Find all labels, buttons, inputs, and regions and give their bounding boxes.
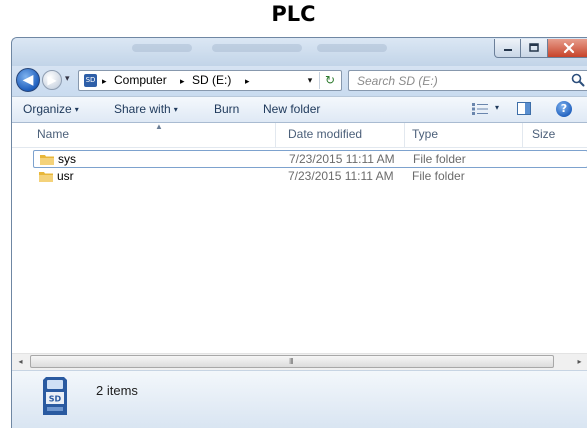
new-folder-button[interactable]: New folder xyxy=(263,102,320,116)
burn-button[interactable]: Burn xyxy=(214,102,239,116)
column-header-row: ▲ Name Date modified Type Size xyxy=(12,122,587,148)
preview-pane-icon[interactable] xyxy=(517,102,531,115)
file-type: File folder xyxy=(412,169,465,183)
breadcrumb-separator-icon[interactable]: ▸ xyxy=(180,73,185,89)
recent-pages-dropdown-icon[interactable]: ▾ xyxy=(65,74,70,84)
file-list: ▲ Name Date modified Type Size sys 7/23/… xyxy=(12,122,587,353)
title-blur xyxy=(132,44,192,52)
search-icon[interactable] xyxy=(571,73,585,87)
scrollbar-thumb[interactable]: III xyxy=(30,355,554,368)
breadcrumb-sd-drive[interactable]: SD (E:) xyxy=(192,73,231,87)
close-button[interactable] xyxy=(548,39,587,58)
views-dropdown-icon[interactable]: ▾ xyxy=(495,103,499,112)
new-folder-label: New folder xyxy=(263,102,321,116)
file-date-modified: 7/23/2015 11:11 AM xyxy=(289,152,395,166)
forward-button[interactable]: ▶ xyxy=(42,70,62,90)
sort-ascending-icon: ▲ xyxy=(155,122,163,131)
sd-card-icon: SD xyxy=(43,377,67,415)
column-size[interactable]: Size xyxy=(532,127,555,141)
file-name: usr xyxy=(57,169,74,183)
title-bar[interactable] xyxy=(12,38,587,66)
file-type: File folder xyxy=(413,152,466,166)
folder-icon xyxy=(40,155,54,165)
organize-label: Organize xyxy=(23,102,72,116)
scroll-right-icon[interactable]: ▸ xyxy=(571,354,587,370)
grip-icon: III xyxy=(289,357,294,366)
folder-icon xyxy=(39,172,53,182)
sd-card-icon: SD xyxy=(84,74,97,87)
column-type[interactable]: Type xyxy=(412,127,438,141)
item-count: 2 items xyxy=(96,383,138,398)
column-divider[interactable] xyxy=(404,123,405,147)
explorer-window: ◀ ▶ ▾ SD ▸ Computer ▸ SD (E:) ▸ ▾ ↻ Sear… xyxy=(11,37,587,428)
close-icon xyxy=(548,39,587,57)
file-name: sys xyxy=(58,152,76,166)
page-caption: PLC xyxy=(271,2,316,26)
horizontal-scrollbar[interactable]: ◂ III ▸ xyxy=(12,353,587,370)
file-date-modified: 7/23/2015 11:11 AM xyxy=(288,169,394,183)
help-icon[interactable]: ? xyxy=(556,101,572,117)
back-button[interactable]: ◀ xyxy=(16,68,40,92)
command-bar: Organize ▾ Share with ▾ Burn New folder ▾ … xyxy=(12,96,587,123)
breadcrumb-separator-icon[interactable]: ▸ xyxy=(102,73,107,89)
breadcrumb-computer[interactable]: Computer xyxy=(114,73,167,87)
search-placeholder: Search SD (E:) xyxy=(357,74,438,88)
column-divider[interactable] xyxy=(275,123,276,147)
breadcrumb-separator-icon[interactable]: ▸ xyxy=(245,73,250,89)
column-divider[interactable] xyxy=(522,123,523,147)
search-box[interactable]: Search SD (E:) xyxy=(348,70,587,91)
column-date-modified[interactable]: Date modified xyxy=(288,127,362,141)
burn-label: Burn xyxy=(214,102,240,116)
title-blur xyxy=(317,44,387,52)
minimize-icon xyxy=(495,39,520,57)
share-with-label: Share with xyxy=(114,102,171,116)
address-dropdown-icon[interactable]: ▾ xyxy=(304,72,316,89)
change-view-icon[interactable] xyxy=(472,103,488,115)
column-name[interactable]: Name xyxy=(37,127,69,141)
chevron-down-icon: ▾ xyxy=(74,105,79,114)
organize-button[interactable]: Organize ▾ xyxy=(23,102,79,116)
address-row: ◀ ▶ ▾ SD ▸ Computer ▸ SD (E:) ▸ ▾ ↻ Sear… xyxy=(12,66,587,96)
table-row[interactable]: sys 7/23/2015 11:11 AM File folder xyxy=(33,150,587,168)
details-pane: SD 2 items xyxy=(12,370,587,428)
maximize-button[interactable] xyxy=(521,39,548,58)
title-blur xyxy=(212,44,302,52)
back-arrow-icon: ◀ xyxy=(22,72,34,88)
share-with-button[interactable]: Share with ▾ xyxy=(114,102,178,116)
refresh-icon[interactable]: ↻ xyxy=(319,72,340,89)
minimize-button[interactable] xyxy=(494,39,521,58)
scroll-left-icon[interactable]: ◂ xyxy=(12,354,29,370)
address-bar[interactable]: SD ▸ Computer ▸ SD (E:) ▸ ▾ ↻ xyxy=(78,70,342,91)
chevron-down-icon: ▾ xyxy=(173,105,178,114)
maximize-icon xyxy=(521,39,547,57)
svg-text:SD: SD xyxy=(49,395,62,404)
table-row[interactable]: usr 7/23/2015 11:11 AM File folder xyxy=(33,168,587,186)
forward-arrow-icon: ▶ xyxy=(47,73,57,87)
